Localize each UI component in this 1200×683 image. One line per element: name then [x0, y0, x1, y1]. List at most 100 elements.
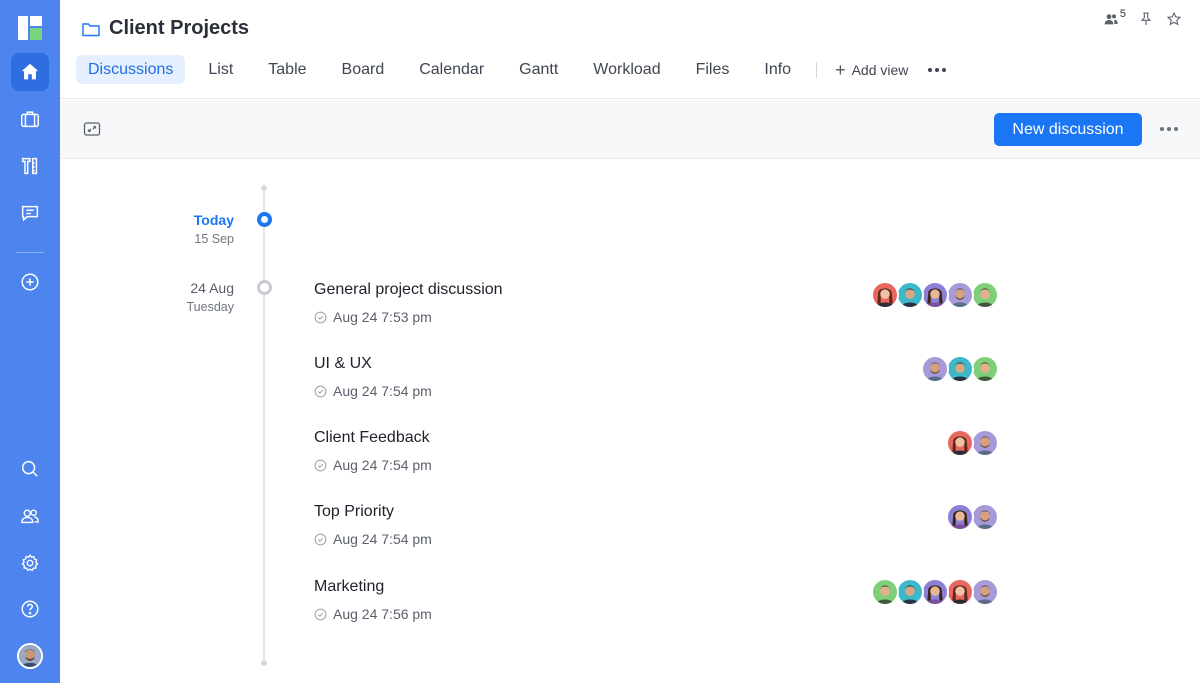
participant-avatar[interactable] [921, 578, 949, 606]
participant-avatar[interactable] [971, 281, 999, 309]
participant-avatar[interactable] [971, 355, 999, 383]
sidebar-item-add[interactable] [11, 263, 49, 301]
sidebar-item-home[interactable] [11, 53, 49, 91]
sidebar-item-settings[interactable] [11, 544, 49, 582]
participant-avatar[interactable] [871, 281, 899, 309]
participant-avatar[interactable] [896, 281, 924, 309]
discussion-title[interactable]: Top Priority [314, 503, 1014, 521]
clock-check-icon [314, 459, 327, 471]
people-icon [1104, 14, 1118, 25]
participant-avatars[interactable] [871, 281, 999, 309]
participant-avatar[interactable] [921, 355, 949, 383]
clock-check-icon [314, 385, 327, 397]
discussion-item[interactable]: Marketing Aug 24 7:56 pm [314, 578, 1014, 638]
discussion-item[interactable]: UI & UX Aug 24 7:54 pm [314, 355, 1014, 415]
more-tabs-icon[interactable] [920, 67, 954, 72]
sidebar [0, 0, 60, 683]
participant-avatars[interactable] [946, 503, 999, 531]
discussion-timestamp: Aug 24 7:56 pm [314, 606, 432, 622]
discussion-timestamp: Aug 24 7:54 pm [314, 457, 432, 473]
discussions-toolbar: New discussion [60, 100, 1200, 159]
discussion-item[interactable]: Client Feedback Aug 24 7:54 pm [314, 429, 1014, 489]
discussion-timestamp: Aug 24 7:54 pm [314, 531, 432, 547]
people-icon [21, 509, 39, 524]
participant-avatar[interactable] [946, 281, 974, 309]
expand-icon[interactable] [83, 120, 101, 138]
timeline-line [263, 188, 265, 664]
participant-avatar[interactable] [946, 578, 974, 606]
tab-gantt[interactable]: Gantt [507, 55, 570, 84]
sidebar-item-help[interactable] [11, 590, 49, 628]
briefcase-icon [21, 111, 39, 128]
star-icon[interactable] [1166, 11, 1182, 27]
discussion-item[interactable]: General project discussion Aug 24 7:53 p… [314, 281, 1014, 341]
tab-calendar[interactable]: Calendar [407, 55, 496, 84]
tab-board[interactable]: Board [330, 55, 397, 84]
participant-avatar[interactable] [946, 355, 974, 383]
timeline-node-aug24 [257, 280, 272, 295]
sidebar-divider [16, 252, 44, 253]
discussion-title[interactable]: UI & UX [314, 355, 1014, 373]
sidebar-item-search[interactable] [11, 450, 49, 488]
tab-discussions[interactable]: Discussions [76, 55, 186, 84]
search-icon [21, 460, 38, 477]
participant-avatar[interactable] [946, 503, 974, 531]
help-icon [21, 600, 39, 618]
sidebar-item-chat[interactable] [11, 194, 49, 232]
settings-icon [21, 554, 39, 572]
participant-avatars[interactable] [871, 578, 999, 606]
discussion-timestamp: Aug 24 7:54 pm [314, 383, 432, 399]
members-button[interactable]: 5 [1103, 8, 1126, 27]
sidebar-item-people[interactable] [11, 497, 49, 535]
sidebar-item-projects[interactable] [11, 100, 49, 138]
tab-files[interactable]: Files [684, 55, 742, 84]
timeline-node-today [257, 212, 272, 227]
date-label-today: Today 15 Sep [194, 212, 234, 246]
tools-icon [21, 157, 38, 175]
add-icon [21, 273, 39, 291]
tab-workload[interactable]: Workload [581, 55, 672, 84]
user-avatar[interactable] [17, 643, 43, 669]
home-icon [21, 63, 39, 80]
add-view-button[interactable]: + Add view [823, 61, 920, 79]
timeline-end-dot [261, 660, 267, 666]
sidebar-item-tools[interactable] [11, 147, 49, 185]
discussion-title[interactable]: Client Feedback [314, 429, 1014, 447]
pin-icon[interactable] [1138, 11, 1154, 27]
discussion-item[interactable]: Top Priority Aug 24 7:54 pm [314, 503, 1014, 563]
timeline-start-dot [261, 185, 267, 191]
date-label-group: 24 Aug Tuesday [187, 280, 234, 314]
member-count: 5 [1119, 8, 1126, 20]
participant-avatar[interactable] [896, 578, 924, 606]
participant-avatars[interactable] [921, 355, 999, 383]
chat-icon [21, 205, 39, 222]
tab-list[interactable]: List [196, 55, 245, 84]
folder-icon [82, 22, 100, 36]
new-discussion-button[interactable]: New discussion [994, 113, 1142, 146]
discussion-timestamp: Aug 24 7:53 pm [314, 309, 432, 325]
tab-info[interactable]: Info [752, 55, 803, 84]
app-logo-icon[interactable] [18, 16, 42, 40]
participant-avatar[interactable] [921, 281, 949, 309]
page-title: Client Projects [109, 17, 250, 39]
today-date: 15 Sep [194, 232, 234, 246]
group-weekday: Tuesday [186, 300, 234, 314]
participant-avatar[interactable] [971, 578, 999, 606]
tabs-divider [816, 61, 818, 78]
participant-avatar[interactable] [871, 578, 899, 606]
participant-avatar[interactable] [971, 429, 999, 457]
participant-avatar[interactable] [946, 429, 974, 457]
clock-check-icon [314, 608, 327, 620]
plus-icon: + [835, 59, 846, 80]
more-options-icon[interactable] [1160, 127, 1178, 131]
clock-check-icon [314, 533, 327, 545]
today-label: Today [193, 212, 234, 228]
project-header: Client Projects 5 Discussions List Table… [60, 0, 1200, 99]
participant-avatar[interactable] [971, 503, 999, 531]
view-tabs: Discussions List Table Board Calendar Ga… [76, 55, 954, 84]
participant-avatars[interactable] [946, 429, 999, 457]
clock-check-icon [314, 311, 327, 323]
tab-table[interactable]: Table [256, 55, 318, 84]
group-date: 24 Aug [190, 280, 234, 296]
add-view-label: Add view [851, 61, 909, 78]
